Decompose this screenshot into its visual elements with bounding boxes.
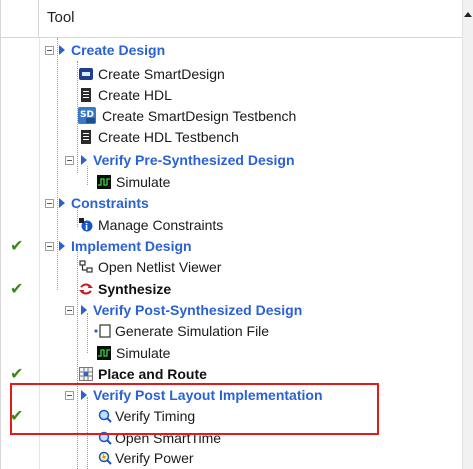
- status-check-icon: ✔: [10, 281, 24, 298]
- tree-row-label: Implement Design: [71, 238, 192, 254]
- category-arrow-icon: [81, 155, 87, 165]
- verify-power-icon: [98, 451, 112, 465]
- tree-row-label: Create HDL Testbench: [98, 129, 239, 145]
- tool-column-label[interactable]: Tool: [47, 9, 75, 26]
- tree-row-verify-post-synthesized[interactable]: Verify Post-Synthesized Design: [1, 300, 463, 321]
- tree-row-label: Constraints: [71, 195, 149, 211]
- status-column-header[interactable]: [1, 0, 39, 38]
- tree-row-label: Create SmartDesign Testbench: [102, 108, 297, 124]
- tree-row-simulate-post[interactable]: Simulate: [1, 343, 463, 364]
- svg-text:i: i: [85, 223, 88, 232]
- place-route-icon: [79, 367, 93, 381]
- smartdesign-icon: [79, 67, 93, 81]
- collapse-toggle-icon[interactable]: [45, 242, 54, 251]
- collapse-toggle-icon[interactable]: [65, 156, 74, 165]
- tree-row-verify-power[interactable]: Verify Power: [1, 448, 463, 469]
- annotation-highlight-box: [10, 383, 379, 435]
- tree-row-place-and-route[interactable]: ✔ Place and Route: [1, 364, 463, 385]
- tree-row-manage-constraints[interactable]: i Manage Constraints: [1, 215, 463, 236]
- constraints-icon: i: [79, 218, 93, 232]
- sd-testbench-icon: SD: [78, 107, 96, 124]
- hdl-testbench-icon: [79, 130, 93, 144]
- tree-row-label: Create HDL: [98, 87, 172, 103]
- tree-row-label: Place and Route: [98, 366, 207, 382]
- tree-row-label: Verify Pre-Synthesized Design: [93, 152, 295, 168]
- tree-row-open-netlist-viewer[interactable]: Open Netlist Viewer: [1, 257, 463, 278]
- tree-row-label: Create Design: [71, 42, 166, 58]
- category-arrow-icon: [81, 305, 87, 315]
- tree-row-generate-simulation-file[interactable]: Generate Simulation File: [1, 321, 463, 342]
- status-check-icon: ✔: [10, 238, 24, 255]
- tree-row-label: Synthesize: [98, 281, 172, 297]
- tree-row-label: Open Netlist Viewer: [98, 259, 222, 275]
- gen-sim-file-icon: [94, 324, 112, 338]
- synthesize-icon: [79, 282, 93, 296]
- tree-row-label: Generate Simulation File: [115, 323, 270, 339]
- design-flow-panel: Tool Create Design Create SmartDesign Cr…: [0, 0, 473, 469]
- tree-row-create-hdl-testbench[interactable]: Create HDL Testbench: [1, 127, 463, 148]
- tree-row-label: Manage Constraints: [98, 217, 224, 233]
- tree-row-create-hdl[interactable]: Create HDL: [1, 85, 463, 106]
- tree-row-implement-design[interactable]: ✔ Implement Design: [1, 236, 463, 257]
- tree-row-create-smartdesign-testbench[interactable]: SD Create SmartDesign Testbench: [1, 106, 463, 127]
- netlist-icon: [79, 260, 93, 274]
- tree-row-label: Simulate: [116, 174, 171, 190]
- collapse-toggle-icon[interactable]: [45, 46, 54, 55]
- status-check-icon: ✔: [10, 366, 24, 383]
- column-header: Tool: [1, 0, 463, 38]
- tree-row-verify-pre-synthesized[interactable]: Verify Pre-Synthesized Design: [1, 150, 463, 171]
- simulate-icon: [97, 346, 111, 360]
- tree-row-synthesize[interactable]: ✔ Synthesize: [1, 279, 463, 300]
- hdl-file-icon: [79, 88, 93, 102]
- tree-row-label: Create SmartDesign: [98, 66, 225, 82]
- tree-row-simulate-pre[interactable]: Simulate: [1, 172, 463, 193]
- tree-row-label: Verify Power: [115, 450, 194, 466]
- tree-row-constraints[interactable]: Constraints: [1, 193, 463, 214]
- tree-row-label: Simulate: [116, 345, 171, 361]
- tree-row-create-design[interactable]: Create Design: [1, 40, 463, 61]
- simulate-icon: [97, 175, 111, 189]
- collapse-toggle-icon[interactable]: [45, 199, 54, 208]
- tree-row-create-smartdesign[interactable]: Create SmartDesign: [1, 64, 463, 85]
- category-arrow-icon: [59, 241, 65, 251]
- category-arrow-icon: [59, 45, 65, 55]
- tree-row-label: Verify Post-Synthesized Design: [93, 302, 303, 318]
- category-arrow-icon: [59, 198, 65, 208]
- vertical-scrollbar[interactable]: [462, 0, 473, 469]
- scroll-up-arrow-icon[interactable]: [464, 12, 472, 17]
- collapse-toggle-icon[interactable]: [65, 306, 74, 315]
